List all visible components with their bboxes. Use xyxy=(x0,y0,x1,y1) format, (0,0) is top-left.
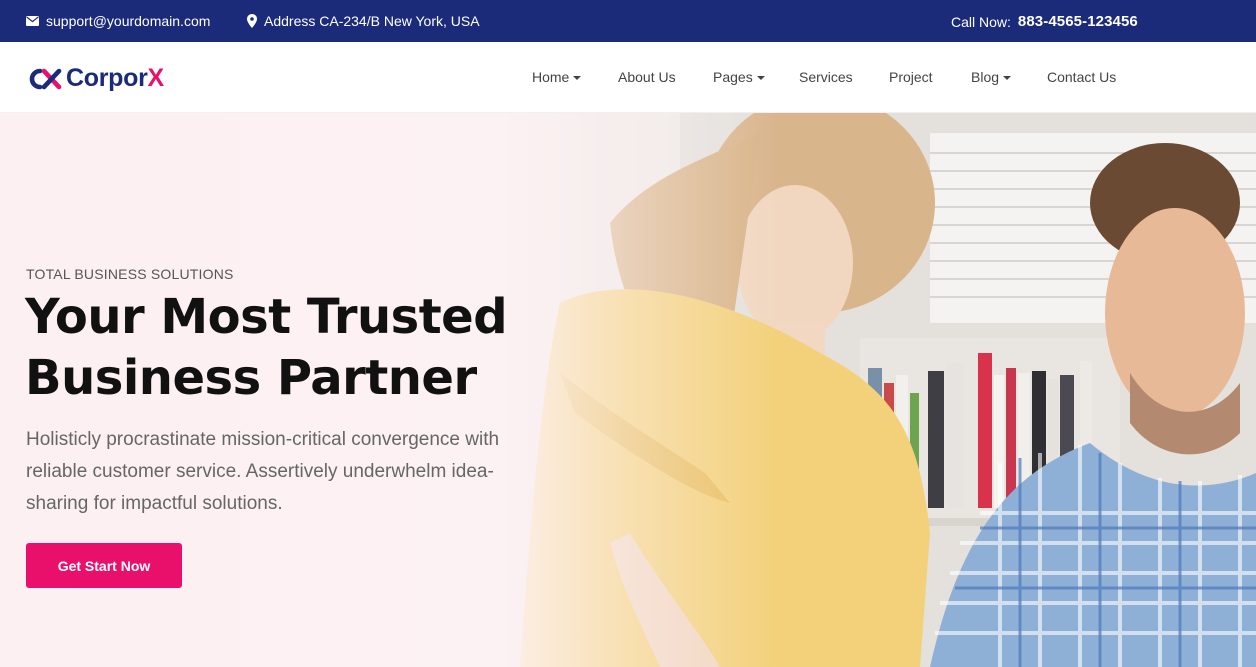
address-contact: Address CA-234/B New York, USA xyxy=(247,13,480,29)
nav-item-contact-us[interactable]: Contact Us xyxy=(1047,69,1116,85)
caret-down-icon xyxy=(1003,75,1012,80)
main-navbar: CorporX Home About Us Pages Services Pro… xyxy=(0,42,1256,113)
map-pin-icon xyxy=(247,14,257,28)
nav-item-blog[interactable]: Blog xyxy=(971,69,1012,85)
caret-down-icon xyxy=(573,75,582,80)
email-text: support@yourdomain.com xyxy=(46,13,211,29)
caret-down-icon xyxy=(756,75,765,80)
top-info-bar: support@yourdomain.com Address CA-234/B … xyxy=(0,0,1256,42)
hero-description: Holisticly procrastinate mission-critica… xyxy=(26,429,500,514)
call-label: Call Now: xyxy=(951,13,1011,30)
hero-title-line-2: Business Partner xyxy=(25,350,477,406)
phone-contact[interactable]: Call Now: 883-4565-123456 xyxy=(951,13,1138,30)
cx-logo-icon xyxy=(29,68,62,89)
nav-item-pages[interactable]: Pages xyxy=(713,69,765,85)
nav-item-about-us[interactable]: About Us xyxy=(618,69,676,85)
address-text: Address CA-234/B New York, USA xyxy=(264,13,480,29)
hero-eyebrow: TOTAL BUSINESS SOLUTIONS xyxy=(26,266,234,282)
hero-title: Your Most Trusted Business Partner xyxy=(25,287,585,409)
hero-title-line-1: Your Most Trusted xyxy=(25,289,508,345)
nav-item-project[interactable]: Project xyxy=(889,69,933,85)
brand-name: CorporX xyxy=(66,64,164,92)
hero-section: TOTAL BUSINESS SOLUTIONS Your Most Trust… xyxy=(0,113,1256,667)
email-contact[interactable]: support@yourdomain.com xyxy=(26,13,210,29)
nav-item-home[interactable]: Home xyxy=(532,69,582,85)
phone-number: 883-4565-123456 xyxy=(1017,13,1138,30)
nav-item-services[interactable]: Services xyxy=(799,69,853,85)
envelope-icon xyxy=(26,16,39,26)
get-start-now-button[interactable]: Get Start Now xyxy=(26,543,182,588)
brand-logo[interactable]: CorporX xyxy=(26,64,164,93)
